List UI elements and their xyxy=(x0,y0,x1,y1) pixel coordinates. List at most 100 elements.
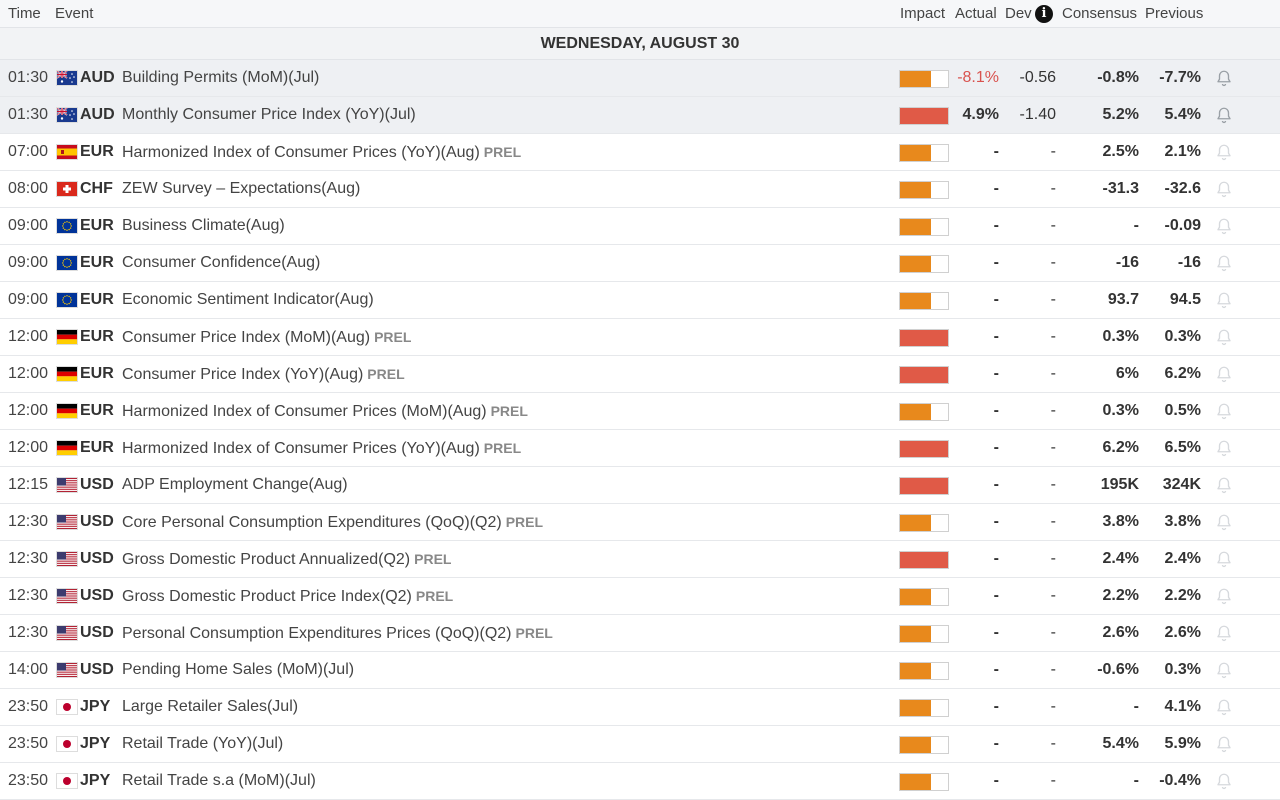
bell-icon[interactable] xyxy=(1215,587,1235,605)
bell-icon[interactable] xyxy=(1215,698,1235,716)
bell-icon[interactable] xyxy=(1215,143,1235,161)
event-name[interactable]: ZEW Survey – Expectations(Aug) xyxy=(122,171,360,207)
header-dev[interactable]: Dev xyxy=(1005,5,1032,22)
event-list: 01:30 AUD Building Permits (MoM)(Jul) -8.1%… xyxy=(0,60,1280,800)
event-name[interactable]: Building Permits (MoM)(Jul) xyxy=(122,60,319,96)
event-title[interactable]: Gross Domestic Product Price Index(Q2) xyxy=(122,588,412,605)
header-consensus[interactable]: Consensus xyxy=(1062,5,1137,22)
event-title[interactable]: Core Personal Consumption Expenditures (… xyxy=(122,514,502,531)
us-flag-icon xyxy=(57,515,77,529)
bell-icon[interactable] xyxy=(1215,772,1235,790)
event-row[interactable]: 09:00 EUR Business Climate(Aug) - - - -0.09 xyxy=(0,208,1280,245)
dev-value: - xyxy=(1050,624,1056,641)
header-event[interactable]: Event xyxy=(55,5,93,22)
header-actual[interactable]: Actual xyxy=(955,5,997,22)
event-row[interactable]: 07:00 EUR Harmonized Index of Consumer Pri… xyxy=(0,134,1280,171)
header-previous[interactable]: Previous xyxy=(1145,5,1203,22)
bell-icon[interactable] xyxy=(1215,217,1235,235)
info-icon[interactable]: i xyxy=(1035,5,1053,23)
event-title[interactable]: Consumer Confidence(Aug) xyxy=(122,254,320,271)
bell-icon[interactable] xyxy=(1215,291,1235,309)
event-name[interactable]: Gross Domestic Product Price Index(Q2) PR… xyxy=(122,578,453,614)
event-row[interactable]: 23:50 JPY Retail Trade s.a (MoM)(Jul) - - - -0… xyxy=(0,763,1280,800)
bell-icon[interactable] xyxy=(1215,180,1235,198)
bell-icon[interactable] xyxy=(1215,513,1235,531)
bell-icon[interactable] xyxy=(1215,476,1235,494)
bell-icon[interactable] xyxy=(1215,439,1235,457)
event-name[interactable]: Harmonized Index of Consumer Prices (YoY… xyxy=(122,134,521,170)
event-row[interactable]: 23:50 JPY Large Retailer Sales(Jul) - - - 4.1% xyxy=(0,689,1280,726)
event-name[interactable]: Consumer Price Index (YoY)(Aug) PREL xyxy=(122,356,405,392)
event-name[interactable]: Large Retailer Sales(Jul) xyxy=(122,689,298,725)
event-title[interactable]: Harmonized Index of Consumer Prices (MoM… xyxy=(122,403,487,420)
event-row[interactable]: 12:30 USD Core Personal Consumption Expend… xyxy=(0,504,1280,541)
bell-icon[interactable] xyxy=(1215,624,1235,642)
event-name[interactable]: Retail Trade s.a (MoM)(Jul) xyxy=(122,763,316,799)
event-title[interactable]: ADP Employment Change(Aug) xyxy=(122,476,348,493)
bell-icon[interactable] xyxy=(1215,735,1235,753)
event-name[interactable]: ADP Employment Change(Aug) xyxy=(122,467,348,503)
bell-icon[interactable] xyxy=(1215,254,1235,272)
event-title[interactable]: Harmonized Index of Consumer Prices (YoY… xyxy=(122,144,480,161)
event-name[interactable]: Harmonized Index of Consumer Prices (MoM… xyxy=(122,393,528,429)
event-row[interactable]: 12:15 USD ADP Employment Change(Aug) - - 195K… xyxy=(0,467,1280,504)
bell-icon[interactable] xyxy=(1215,402,1235,420)
ch-flag-icon xyxy=(57,182,77,196)
event-row[interactable]: 12:00 EUR Harmonized Index of Consumer Pri… xyxy=(0,430,1280,467)
previous-value: 6.2% xyxy=(1164,365,1201,382)
prel-badge: PREL xyxy=(515,625,553,641)
event-title[interactable]: Retail Trade s.a (MoM)(Jul) xyxy=(122,772,316,789)
event-row[interactable]: 12:30 USD Gross Domestic Product Price Ind… xyxy=(0,578,1280,615)
event-title[interactable]: ZEW Survey – Expectations(Aug) xyxy=(122,180,360,197)
event-row[interactable]: 09:00 EUR Consumer Confidence(Aug) - - -16 -16 xyxy=(0,245,1280,282)
event-title[interactable]: Business Climate(Aug) xyxy=(122,217,285,234)
event-name[interactable]: Business Climate(Aug) xyxy=(122,208,285,244)
event-row[interactable]: 08:00 CHF ZEW Survey – Expectations(Aug) - -… xyxy=(0,171,1280,208)
event-title[interactable]: Pending Home Sales (MoM)(Jul) xyxy=(122,661,354,678)
event-name[interactable]: Consumer Confidence(Aug) xyxy=(122,245,320,281)
bell-icon[interactable] xyxy=(1215,328,1235,346)
event-title[interactable]: Harmonized Index of Consumer Prices (YoY… xyxy=(122,440,480,457)
event-row[interactable]: 01:30 AUD Monthly Consumer Price Index (Yo… xyxy=(0,97,1280,134)
event-row[interactable]: 09:00 EUR Economic Sentiment Indicator(Aug… xyxy=(0,282,1280,319)
event-row[interactable]: 14:00 USD Pending Home Sales (MoM)(Jul) - - -… xyxy=(0,652,1280,689)
bell-icon[interactable] xyxy=(1215,550,1235,568)
event-title[interactable]: Economic Sentiment Indicator(Aug) xyxy=(122,291,374,308)
event-row[interactable]: 12:00 EUR Consumer Price Index (MoM)(Aug) P… xyxy=(0,319,1280,356)
event-row[interactable]: 12:30 USD Gross Domestic Product Annualize… xyxy=(0,541,1280,578)
us-flag-icon xyxy=(57,626,77,640)
event-name[interactable]: Personal Consumption Expenditures Prices… xyxy=(122,615,553,651)
bell-icon[interactable] xyxy=(1215,365,1235,383)
event-row[interactable]: 12:00 EUR Consumer Price Index (YoY)(Aug) P… xyxy=(0,356,1280,393)
event-title[interactable]: Monthly Consumer Price Index (YoY)(Jul) xyxy=(122,106,416,123)
event-title[interactable]: Personal Consumption Expenditures Prices… xyxy=(122,625,512,642)
dev-value: - xyxy=(1050,402,1056,419)
event-name[interactable]: Pending Home Sales (MoM)(Jul) xyxy=(122,652,354,688)
event-title[interactable]: Gross Domestic Product Annualized(Q2) xyxy=(122,551,410,568)
bell-icon[interactable] xyxy=(1215,661,1235,679)
event-name[interactable]: Harmonized Index of Consumer Prices (YoY… xyxy=(122,430,521,466)
event-row[interactable]: 23:50 JPY Retail Trade (YoY)(Jul) - - 5.4% 5.9… xyxy=(0,726,1280,763)
event-name[interactable]: Core Personal Consumption Expenditures (… xyxy=(122,504,543,540)
bell-icon[interactable] xyxy=(1215,69,1235,87)
previous-value: 4.1% xyxy=(1164,698,1201,715)
header-time[interactable]: Time xyxy=(8,5,41,22)
event-name[interactable]: Consumer Price Index (MoM)(Aug) PREL xyxy=(122,319,411,355)
event-name[interactable]: Monthly Consumer Price Index (YoY)(Jul) xyxy=(122,97,416,133)
event-row[interactable]: 01:30 AUD Building Permits (MoM)(Jul) -8.1%… xyxy=(0,60,1280,97)
header-impact[interactable]: Impact xyxy=(900,5,945,22)
previous-value: 0.3% xyxy=(1164,661,1201,678)
event-title[interactable]: Large Retailer Sales(Jul) xyxy=(122,698,298,715)
bell-icon[interactable] xyxy=(1215,106,1235,124)
event-row[interactable]: 12:30 USD Personal Consumption Expenditure… xyxy=(0,615,1280,652)
event-title[interactable]: Consumer Price Index (YoY)(Aug) xyxy=(122,366,363,383)
event-title[interactable]: Consumer Price Index (MoM)(Aug) xyxy=(122,329,370,346)
actual-value: - xyxy=(993,772,999,789)
event-title[interactable]: Retail Trade (YoY)(Jul) xyxy=(122,735,283,752)
event-row[interactable]: 12:00 EUR Harmonized Index of Consumer Pri… xyxy=(0,393,1280,430)
event-title[interactable]: Building Permits (MoM)(Jul) xyxy=(122,69,319,86)
event-name[interactable]: Retail Trade (YoY)(Jul) xyxy=(122,726,283,762)
event-name[interactable]: Economic Sentiment Indicator(Aug) xyxy=(122,282,374,318)
event-name[interactable]: Gross Domestic Product Annualized(Q2) PRE… xyxy=(122,541,451,577)
au-flag-icon xyxy=(57,71,77,85)
